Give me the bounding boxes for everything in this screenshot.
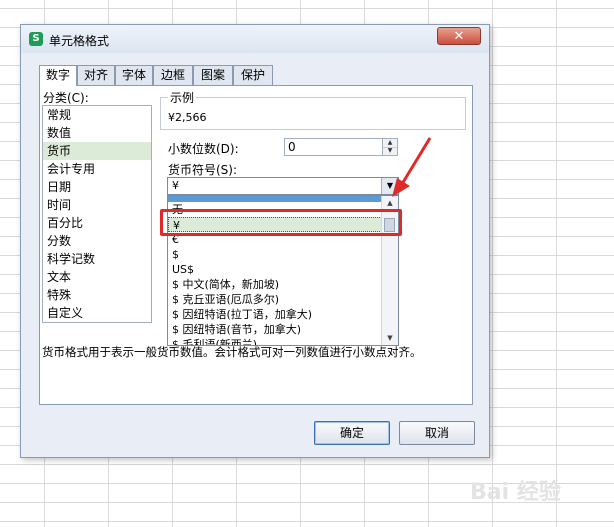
tab-number[interactable]: 数字 — [39, 65, 77, 86]
red-arrow-annotation — [392, 137, 432, 197]
watermark: Bai 经验 — [470, 480, 561, 505]
